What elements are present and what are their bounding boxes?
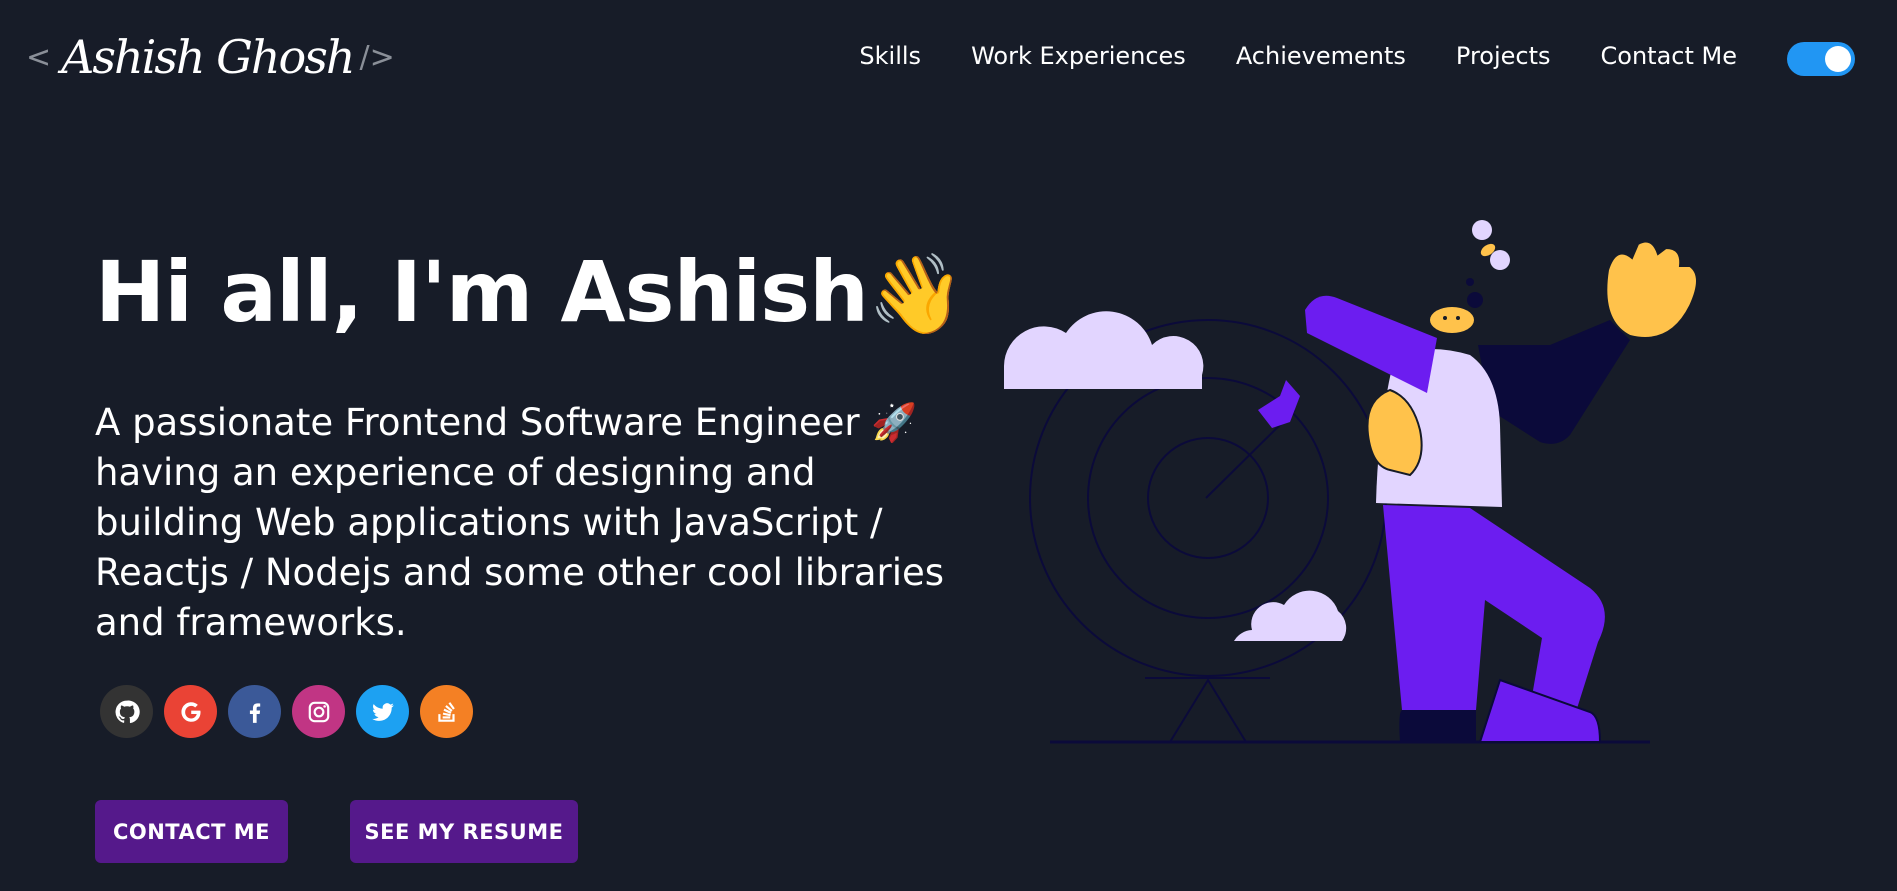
see-my-resume-button[interactable]: SEE MY RESUME xyxy=(350,800,578,863)
logo-close-bracket: /> xyxy=(359,39,395,75)
logo-open-bracket: < xyxy=(26,39,52,75)
hero-subtitle: A passionate Frontend Software Engineer … xyxy=(95,401,945,644)
hero-greeting: Hi all, I'm Ashish xyxy=(95,243,869,341)
dark-mode-toggle[interactable] xyxy=(1787,42,1855,76)
stack-overflow-icon xyxy=(437,701,455,722)
nav-work-experiences[interactable]: Work Experiences xyxy=(971,36,1186,76)
nav-achievements[interactable]: Achievements xyxy=(1236,36,1406,76)
stack-overflow-link[interactable] xyxy=(420,685,473,738)
toggle-knob xyxy=(1825,46,1851,72)
instagram-link[interactable] xyxy=(292,685,345,738)
instagram-icon xyxy=(308,701,329,722)
github-icon xyxy=(115,700,140,723)
social-links xyxy=(100,685,484,738)
twitter-icon xyxy=(371,702,394,721)
nav-contact-me[interactable]: Contact Me xyxy=(1601,36,1737,76)
main-nav: Skills Work Experiences Achievements Pro… xyxy=(809,36,1737,76)
logo[interactable]: < Ashish Ghosh /> xyxy=(26,22,395,92)
wave-emoji: 👋 xyxy=(867,250,965,340)
nav-projects[interactable]: Projects xyxy=(1456,36,1551,76)
bee-icon xyxy=(1472,220,1510,270)
cloud-small-icon xyxy=(1234,590,1347,641)
google-icon xyxy=(180,701,201,722)
github-link[interactable] xyxy=(100,685,153,738)
contact-me-button[interactable]: CONTACT ME xyxy=(95,800,288,863)
person-waving-illustration xyxy=(1305,220,1698,743)
facebook-link[interactable] xyxy=(228,685,281,738)
hero-illustration xyxy=(1004,220,1698,744)
nav-skills[interactable]: Skills xyxy=(859,36,921,76)
hero-title: Hi all, I'm Ashish👋 xyxy=(95,232,965,355)
twitter-link[interactable] xyxy=(356,685,409,738)
facebook-icon xyxy=(249,702,260,723)
site-header: < Ashish Ghosh /> Skills Work Experience… xyxy=(0,0,1897,110)
logo-signature: Ashish Ghosh xyxy=(61,30,355,84)
google-link[interactable] xyxy=(164,685,217,738)
